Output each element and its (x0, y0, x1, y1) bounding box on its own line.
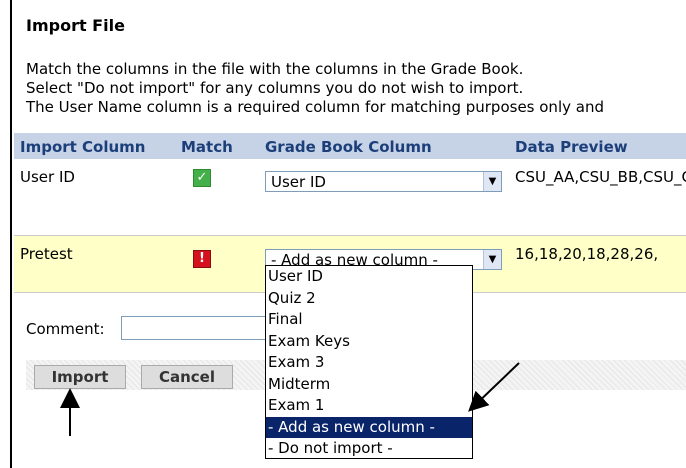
exclamation-icon: ! (193, 250, 211, 268)
chevron-down-icon[interactable]: ▼ (483, 250, 501, 269)
dropdown-option[interactable]: - Do not import - (266, 438, 472, 460)
header-match: Match (181, 138, 233, 156)
dropdown-option[interactable]: Exam Keys (266, 331, 472, 353)
header-import-column: Import Column (20, 138, 146, 156)
grade-book-column-select[interactable]: User ID ▼ (265, 171, 502, 192)
table-header: Import Column Match Grade Book Column Da… (14, 133, 686, 159)
cancel-button[interactable]: Cancel (141, 365, 233, 389)
check-icon: ✓ (193, 169, 211, 187)
dropdown-option[interactable]: Exam 3 (266, 352, 472, 374)
table-row: User ID ✓ User ID ▼ CSU_AA,CSU_BB,CSU_CC (14, 159, 686, 236)
page-title: Import File (26, 16, 125, 35)
instruction-line-3: The User Name column is a required colum… (26, 98, 604, 116)
comment-input[interactable] (121, 316, 266, 340)
dropdown-option[interactable]: Midterm (266, 374, 472, 396)
import-column-name: Pretest (20, 245, 73, 263)
left-border (10, 0, 12, 468)
import-button[interactable]: Import (34, 365, 126, 389)
dropdown-option[interactable]: Quiz 2 (266, 288, 472, 310)
header-data-preview: Data Preview (515, 138, 628, 156)
data-preview: 16,18,20,18,28,26, (515, 245, 659, 263)
grade-book-column-dropdown-list[interactable]: User ID Quiz 2 Final Exam Keys Exam 3 Mi… (265, 265, 473, 459)
comment-label: Comment: (26, 320, 105, 338)
dropdown-option[interactable]: Exam 1 (266, 395, 472, 417)
data-preview: CSU_AA,CSU_BB,CSU_CC (515, 168, 686, 186)
dropdown-option-selected[interactable]: - Add as new column - (266, 416, 472, 438)
instruction-line-2: Select "Do not import" for any columns y… (26, 79, 524, 97)
import-column-name: User ID (20, 168, 75, 186)
dropdown-option[interactable]: User ID (266, 266, 472, 288)
instruction-line-1: Match the columns in the file with the c… (26, 60, 524, 78)
instructions: Match the columns in the file with the c… (26, 60, 604, 117)
select-value: User ID (271, 173, 326, 191)
dropdown-option[interactable]: Final (266, 309, 472, 331)
header-grade-book-column: Grade Book Column (265, 138, 432, 156)
chevron-down-icon[interactable]: ▼ (483, 172, 501, 191)
